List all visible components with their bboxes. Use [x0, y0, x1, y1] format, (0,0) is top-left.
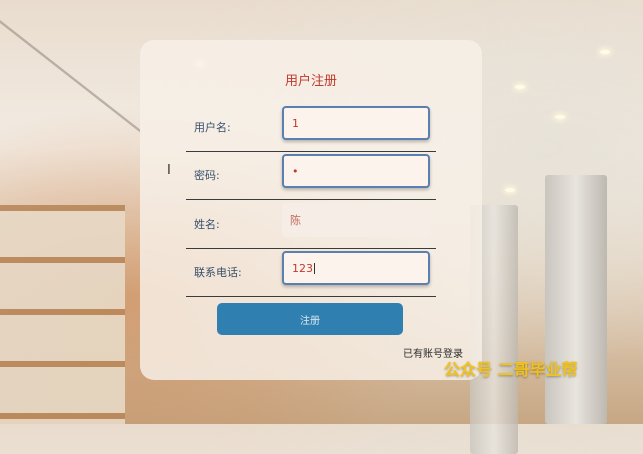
name-label: 姓名:	[194, 218, 220, 231]
username-input[interactable]: 1	[282, 106, 430, 140]
phone-label: 联系电话:	[194, 266, 242, 279]
name-input[interactable]: 陈	[282, 203, 430, 237]
name-value: 陈	[290, 214, 301, 227]
username-label: 用户名:	[194, 121, 231, 134]
watermark: 公众号 二哥毕业帮	[444, 360, 578, 379]
password-label: 密码:	[194, 169, 220, 182]
ceiling-light	[555, 115, 565, 119]
ceiling-light	[505, 188, 515, 192]
page-title: 用户注册	[284, 74, 337, 89]
text-cursor-icon: I	[167, 163, 171, 178]
name-row: 姓名: 陈	[186, 203, 436, 249]
phone-value: 123	[292, 261, 313, 275]
password-input[interactable]: •	[282, 154, 430, 188]
register-card: 用户注册 用户名: 1 密码: • 姓名: 陈 联系电话: 123 注册	[140, 40, 482, 380]
username-value: 1	[292, 116, 299, 130]
phone-row: 联系电话: 123	[186, 251, 436, 297]
text-caret	[314, 262, 315, 274]
ceiling-light	[600, 50, 610, 54]
register-button[interactable]: 注册	[217, 303, 403, 335]
username-row: 用户名: 1	[186, 106, 436, 152]
password-row: 密码: •	[186, 154, 436, 200]
background-bookshelf	[0, 205, 125, 424]
background-column	[545, 175, 607, 424]
ceiling-light	[515, 85, 525, 89]
password-value: •	[292, 164, 299, 178]
phone-input[interactable]: 123	[282, 251, 430, 285]
